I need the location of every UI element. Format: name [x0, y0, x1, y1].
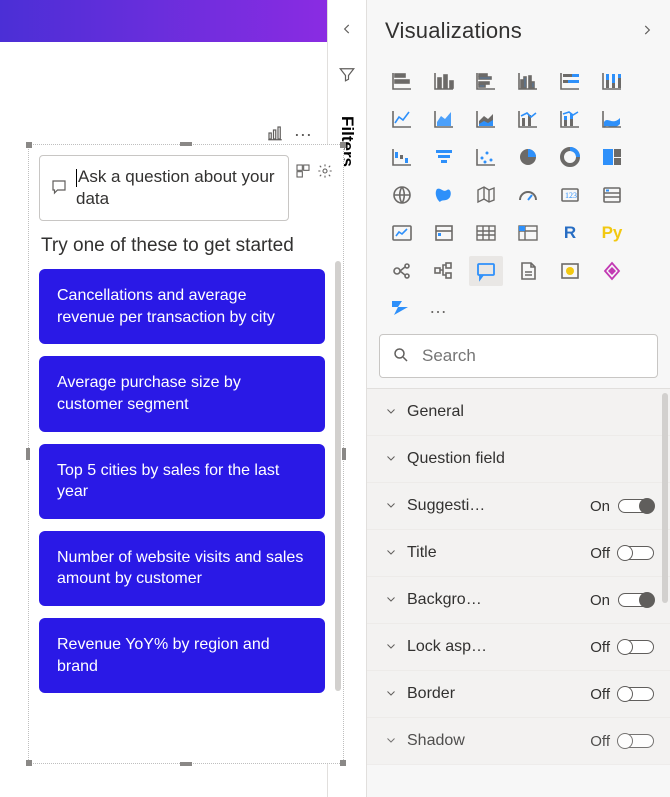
qna-suggestions-list: Cancellations and average revenue per tr… — [39, 269, 333, 693]
visualization-picker-grid: 123 R Py — [367, 66, 670, 292]
speech-bubble-icon — [50, 178, 68, 199]
get-more-visuals-icon[interactable]: … — [429, 297, 448, 318]
chevron-down-icon — [385, 686, 397, 702]
scrollbar-thumb[interactable] — [335, 261, 341, 691]
line-stacked-column-chart-icon[interactable] — [553, 104, 587, 134]
report-canvas[interactable]: ⋯ Ask a question about your data — [0, 0, 328, 797]
qna-question-input[interactable]: Ask a question about your data — [39, 155, 289, 221]
visual-header-toolbar: ⋯ — [266, 124, 313, 145]
power-automate-icon[interactable] — [385, 294, 419, 320]
toggle-switch[interactable] — [618, 734, 654, 748]
shape-map-icon[interactable] — [469, 180, 503, 210]
line-clustered-column-chart-icon[interactable] — [511, 104, 545, 134]
chevron-down-icon — [385, 639, 397, 655]
format-row-border[interactable]: Border Off — [367, 671, 670, 718]
chevron-down-icon — [385, 733, 397, 749]
qna-placeholder: Ask a question about your data — [76, 167, 275, 208]
format-search-field[interactable] — [420, 345, 645, 367]
qna-prompt-text: Try one of these to get started — [41, 235, 333, 257]
format-row-shadow[interactable]: Shadow Off — [367, 718, 670, 765]
format-row-question-field[interactable]: Question field — [367, 436, 670, 483]
waterfall-chart-icon[interactable] — [385, 142, 419, 172]
funnel-chart-icon[interactable] — [427, 142, 461, 172]
toggle-switch[interactable] — [618, 546, 654, 560]
turn-into-standard-visual-icon[interactable] — [295, 163, 311, 179]
stacked-area-chart-icon[interactable] — [469, 104, 503, 134]
python-visual-icon[interactable]: Py — [595, 218, 629, 248]
chevron-down-icon — [385, 404, 397, 420]
visualizations-pane: Visualizations 123 — [367, 0, 670, 797]
chevron-down-icon — [385, 498, 397, 514]
ribbon-chart-icon[interactable] — [595, 104, 629, 134]
matrix-icon[interactable] — [511, 218, 545, 248]
toggle-switch[interactable] — [618, 687, 654, 701]
kpi-icon[interactable] — [385, 218, 419, 248]
chevron-right-icon[interactable] — [640, 23, 654, 40]
card-icon[interactable]: 123 — [553, 180, 587, 210]
map-icon[interactable] — [385, 180, 419, 210]
arcgis-icon[interactable] — [553, 256, 587, 286]
line-chart-icon[interactable] — [385, 104, 419, 134]
stacked-column-chart-icon[interactable] — [427, 66, 461, 96]
qna-suggestion[interactable]: Revenue YoY% by region and brand — [39, 618, 325, 693]
100pct-stacked-bar-chart-icon[interactable] — [553, 66, 587, 96]
visualizations-pane-title: Visualizations — [385, 18, 522, 44]
qna-suggestion[interactable]: Cancellations and average revenue per tr… — [39, 269, 325, 344]
pin-visual-icon[interactable] — [266, 124, 284, 145]
format-row-background[interactable]: Backgro… On — [367, 577, 670, 624]
key-influencers-icon[interactable] — [385, 256, 419, 286]
format-search-input[interactable] — [379, 334, 658, 378]
chevron-left-icon[interactable] — [340, 22, 354, 39]
chevron-down-icon — [385, 592, 397, 608]
qna-visual-icon[interactable] — [469, 256, 503, 286]
toggle-switch[interactable] — [618, 499, 654, 513]
chevron-down-icon — [385, 545, 397, 561]
decomposition-tree-icon[interactable] — [427, 256, 461, 286]
table-icon[interactable] — [469, 218, 503, 248]
chevron-down-icon — [385, 451, 397, 467]
treemap-icon[interactable] — [595, 142, 629, 172]
toggle-switch[interactable] — [618, 640, 654, 654]
pie-chart-icon[interactable] — [511, 142, 545, 172]
search-icon — [392, 346, 410, 367]
format-row-general[interactable]: General — [367, 389, 670, 436]
multi-row-card-icon[interactable] — [595, 180, 629, 210]
qna-settings-gear-icon[interactable] — [317, 163, 333, 179]
qna-suggestion[interactable]: Top 5 cities by sales for the last year — [39, 444, 325, 519]
gauge-icon[interactable] — [511, 180, 545, 210]
stacked-bar-chart-icon[interactable] — [385, 66, 419, 96]
format-row-lock-aspect[interactable]: Lock asp… Off — [367, 624, 670, 671]
donut-chart-icon[interactable] — [553, 142, 587, 172]
clustered-bar-chart-icon[interactable] — [469, 66, 503, 96]
format-row-title[interactable]: Title Off — [367, 530, 670, 577]
paginated-report-icon[interactable] — [511, 256, 545, 286]
visual-more-options-icon[interactable]: ⋯ — [294, 126, 313, 144]
toggle-switch[interactable] — [618, 593, 654, 607]
area-chart-icon[interactable] — [427, 104, 461, 134]
filled-map-icon[interactable] — [427, 180, 461, 210]
slicer-header-bar — [0, 0, 327, 42]
clustered-column-chart-icon[interactable] — [511, 66, 545, 96]
100pct-stacked-column-chart-icon[interactable] — [595, 66, 629, 96]
slicer-icon[interactable] — [427, 218, 461, 248]
scatter-chart-icon[interactable] — [469, 142, 503, 172]
svg-text:123: 123 — [565, 191, 577, 200]
qna-suggestion[interactable]: Number of website visits and sales amoun… — [39, 531, 325, 606]
r-visual-icon[interactable]: R — [553, 218, 587, 248]
format-options-list[interactable]: General Question field Suggesti… On Titl… — [367, 388, 670, 797]
power-apps-icon[interactable] — [595, 256, 629, 286]
format-row-suggestions[interactable]: Suggesti… On — [367, 483, 670, 530]
qna-visual[interactable]: Ask a question about your data Try one o… — [28, 144, 344, 764]
filter-icon[interactable] — [338, 65, 356, 86]
qna-suggestion[interactable]: Average purchase size by customer segmen… — [39, 356, 325, 431]
